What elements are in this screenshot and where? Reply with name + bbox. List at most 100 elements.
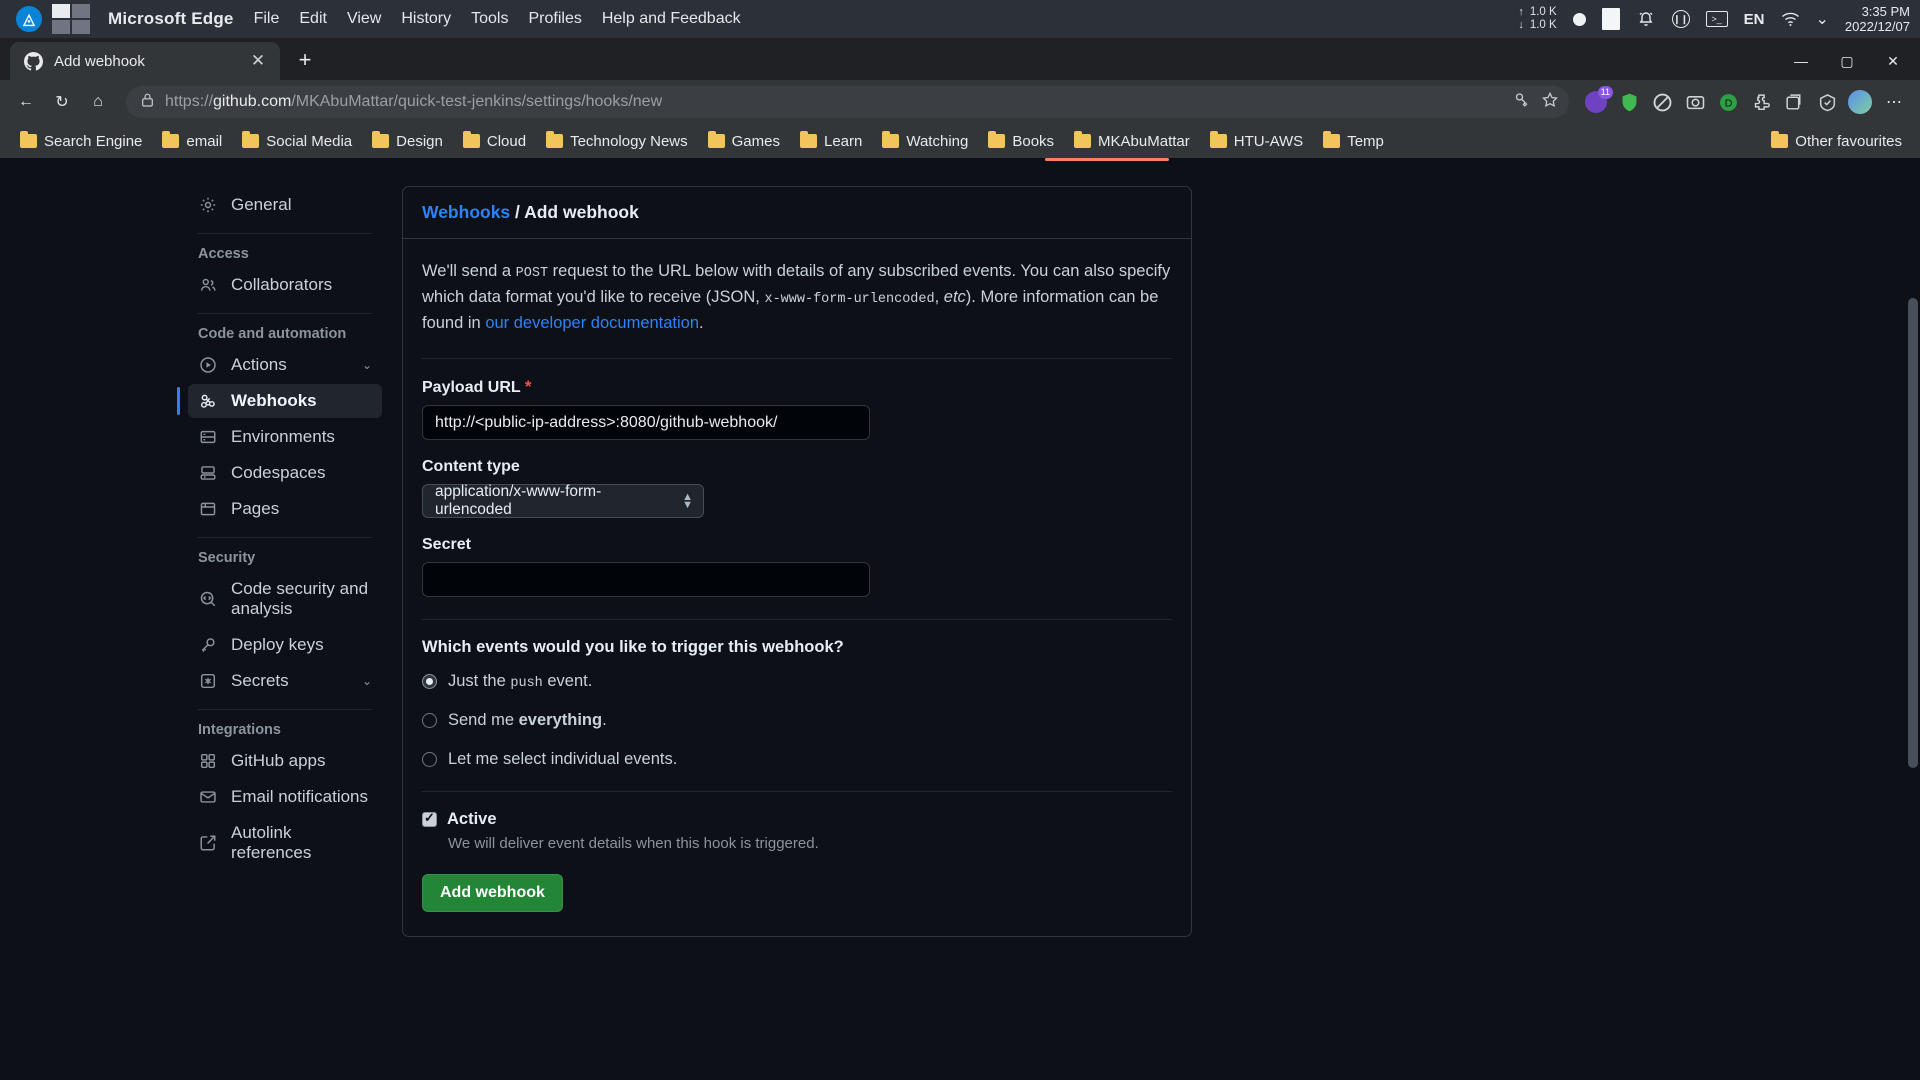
clock[interactable]: 3:35 PM 2022/12/07 [1845,4,1910,34]
add-favourite-icon[interactable] [1541,91,1559,114]
sidebar-item-email-notifications[interactable]: Email notifications [188,780,382,814]
bookmark-label: Watching [906,132,969,150]
secret-input[interactable] [422,562,870,598]
radio-button-selected-icon[interactable] [422,674,437,690]
radio-button-icon[interactable] [422,752,437,768]
sidebar-item-actions[interactable]: Actions ⌄ [188,348,382,382]
breadcrumb-webhooks-link[interactable]: Webhooks [422,202,510,222]
bookmark-label: MKAbuMattar [1098,132,1190,150]
settings-and-more-button[interactable]: ⋯ [1878,86,1910,118]
sidebar-item-general[interactable]: General [188,188,382,222]
other-favourites-label: Other favourites [1795,132,1902,150]
radio-just-push-event[interactable]: Just the push event. [422,672,1172,691]
sidebar-item-collaborators[interactable]: Collaborators [188,268,382,302]
reload-button[interactable]: ↻ [46,86,78,118]
tray-expand-chevron-icon[interactable]: ⌄ [1816,9,1829,29]
menu-file[interactable]: File [254,10,280,28]
grammar-extension-icon[interactable]: D [1713,87,1743,117]
window-switcher-icon[interactable] [52,4,90,34]
window-maximize-button[interactable]: ▢ [1826,46,1868,76]
address-bar[interactable]: https://github.com/MKAbuMattar/quick-tes… [126,86,1569,118]
bookmark-temp[interactable]: Temp [1315,130,1392,153]
bookmark-cloud[interactable]: Cloud [455,130,534,153]
page-scrollbar-track[interactable] [1906,158,1920,1080]
bookmark-learn[interactable]: Learn [792,130,870,153]
sidebar-item-webhooks[interactable]: Webhooks [177,384,382,418]
sidebar-item-pages[interactable]: Pages [188,492,382,526]
everything-strong: everything [518,711,603,730]
active-checkbox-row[interactable]: Active [422,810,1172,829]
sidebar-item-autolink-references[interactable]: Autolink references [188,816,382,870]
folder-icon [882,131,900,148]
menu-tools[interactable]: Tools [471,10,508,28]
content-type-select[interactable]: application/x-www-form-urlencoded ▲ ▼ [422,483,704,519]
bookmark-watching[interactable]: Watching [874,130,976,153]
network-speed-indicator: ↑ ↓ 1.0 K 1.0 K [1518,6,1556,32]
bookmark-htu-aws[interactable]: HTU-AWS [1202,130,1311,153]
bookmark-email[interactable]: email [154,130,230,153]
chevron-down-icon[interactable]: ⌄ [362,674,372,688]
bell-notification-icon[interactable] [1636,9,1656,29]
home-button[interactable]: ⌂ [82,86,114,118]
bookmark-design[interactable]: Design [364,130,451,153]
account-avatar[interactable] [1845,87,1875,117]
sidebar-item-deploy-keys[interactable]: Deploy keys [188,628,382,662]
menu-edit[interactable]: Edit [299,10,327,28]
shield-extension-icon[interactable] [1614,87,1644,117]
checkbox-checked-icon[interactable] [422,810,437,828]
new-tab-button[interactable]: + [288,43,322,77]
sidebar-item-code-security-and-analysis[interactable]: Code security and analysis [188,572,382,626]
back-button[interactable]: ← [10,86,42,118]
menu-history[interactable]: History [401,10,451,28]
menu-profiles[interactable]: Profiles [528,10,581,28]
bookmark-games[interactable]: Games [700,130,788,153]
sidebar-item-github-apps[interactable]: GitHub apps [188,744,382,778]
developer-documentation-link[interactable]: our developer documentation [485,314,699,332]
bookmark-technology-news[interactable]: Technology News [538,130,696,153]
puzzle-extensions-icon[interactable] [1746,87,1776,117]
active-hint: We will deliver event details when this … [448,835,819,853]
wifi-icon[interactable] [1781,11,1800,27]
bookmark-mkabumattar[interactable]: MKAbuMattar [1066,130,1198,153]
screenshot-extension-icon[interactable] [1680,87,1710,117]
svg-text:D: D [1724,97,1732,109]
read-aloud-icon[interactable] [1513,91,1531,114]
adblock-extension-icon[interactable] [1647,87,1677,117]
bookmark-search-engine[interactable]: Search Engine [12,130,150,153]
browser-tab-strip: Add webhook ✕ + — ▢ ✕ [0,38,1920,80]
add-webhook-button[interactable]: Add webhook [422,874,563,913]
sidebar-item-codespaces[interactable]: Codespaces [188,456,382,490]
chevron-down-icon[interactable]: ⌄ [362,358,372,372]
language-indicator[interactable]: EN [1744,11,1765,28]
window-minimize-button[interactable]: — [1780,46,1822,76]
record-dot-icon[interactable] [1572,12,1586,26]
sidebar-item-environments[interactable]: Environments [188,420,382,454]
payload-url-input[interactable]: http://<public-ip-address>:8080/github-w… [422,405,870,441]
tab-title: Add webhook [54,52,145,70]
upload-rate: 1.0 K [1529,6,1557,18]
menu-view[interactable]: View [347,10,381,28]
sidebar-item-label: GitHub apps [231,751,326,770]
tab-close-icon[interactable]: ✕ [246,49,270,73]
menu-help-and-feedback[interactable]: Help and Feedback [602,10,741,28]
bookmark-label: Cloud [486,132,527,150]
sidebar-item-secrets[interactable]: Secrets ⌄ [188,664,382,698]
clipboard-page-icon[interactable] [1601,8,1620,30]
other-favourites-folder[interactable]: Other favourites [1763,130,1910,153]
people-icon [198,275,218,295]
section-divider [422,358,1172,360]
radio-button-icon[interactable] [422,713,437,729]
radio-send-me-everything[interactable]: Send me everything. [422,711,1172,730]
collections-icon[interactable] [1779,87,1809,117]
radio-let-me-select-individual-events[interactable]: Let me select individual events. [422,750,1172,769]
bookmark-books[interactable]: Books [980,130,1062,153]
tab-add-webhook[interactable]: Add webhook ✕ [10,42,280,80]
terminal-icon[interactable]: >_ [1705,11,1728,27]
browser-essentials-icon[interactable] [1812,87,1842,117]
sidebar-item-label: Autolink references [231,823,312,862]
pause-circle-icon[interactable]: ❙❙ [1671,10,1690,28]
page-scrollbar-thumb[interactable] [1908,298,1918,768]
profile-avatar-icon[interactable]: 11 [1581,86,1613,117]
bookmark-social-media[interactable]: Social Media [234,130,360,153]
window-close-button[interactable]: ✕ [1872,46,1914,76]
